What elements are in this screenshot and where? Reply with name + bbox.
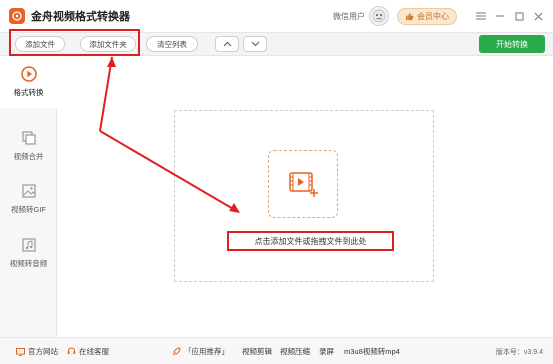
clear-list-button[interactable]: 清空列表	[146, 36, 198, 52]
sidebar-item-video-merge[interactable]: 视频合并	[0, 120, 57, 172]
chevron-up-icon	[223, 41, 231, 47]
thumbs-up-icon	[405, 12, 414, 20]
support-link[interactable]: 在线客服	[67, 338, 109, 364]
website-label: 官方网站	[28, 347, 58, 356]
rocket-icon	[172, 347, 181, 356]
recommend-label: 「应用推荐」	[184, 347, 229, 356]
support-label: 在线客服	[79, 347, 109, 356]
app-recommend[interactable]: 「应用推荐」	[172, 338, 229, 364]
drop-hint[interactable]: 点击添加文件或拖拽文件到此处	[227, 231, 394, 251]
vip-center-label: 会员中心	[417, 11, 449, 21]
version-label: 版本号：v3.9.4	[495, 348, 543, 356]
add-video-icon[interactable]	[268, 150, 338, 218]
chevron-down-icon	[251, 41, 259, 47]
sidebar-item-video-to-gif[interactable]: 视频转GIF	[0, 173, 57, 225]
footer: 官方网站 在线客服 「应用推荐」 视频剪辑 视频压缩 录屏 m3u8视频转mp4…	[0, 337, 553, 364]
headset-icon	[67, 347, 76, 354]
music-note-icon	[21, 238, 36, 252]
footer-link-screen-record[interactable]: 录屏	[319, 338, 334, 364]
title-bar: 金舟视频格式转换器 微信用户 会员中心	[0, 0, 553, 32]
avatar[interactable]	[369, 6, 389, 26]
start-convert-button[interactable]: 开始转换	[479, 35, 545, 53]
sidebar-item-label: 视频转GIF	[11, 205, 46, 214]
gif-image-icon	[21, 184, 36, 198]
app-title: 金舟视频格式转换器	[31, 11, 130, 23]
app-logo-icon	[9, 8, 25, 24]
sidebar: 格式转换 视频合并 视频转GIF 视频转音频	[0, 56, 57, 337]
sidebar-item-video-to-audio[interactable]: 视频转音频	[0, 227, 57, 279]
play-circle-icon	[20, 66, 37, 82]
footer-link-video-compress[interactable]: 视频压缩	[280, 338, 310, 364]
website-link[interactable]: 官方网站	[16, 338, 58, 364]
menu-icon[interactable]	[474, 9, 488, 23]
vip-center-button[interactable]: 会员中心	[397, 7, 457, 25]
maximize-icon[interactable]	[512, 9, 526, 23]
sidebar-item-format-convert[interactable]: 格式转换	[0, 56, 57, 108]
add-folder-button[interactable]: 添加文件夹	[80, 36, 136, 52]
move-down-button[interactable]	[243, 36, 267, 52]
move-up-button[interactable]	[215, 36, 239, 52]
toolbar: 添加文件 添加文件夹 清空列表 开始转换	[0, 32, 553, 56]
sidebar-item-label: 视频转音频	[9, 259, 48, 268]
sidebar-item-label: 视频合并	[13, 152, 44, 161]
sidebar-item-label: 格式转换	[13, 88, 44, 97]
footer-link-video-edit[interactable]: 视频剪辑	[242, 338, 272, 364]
add-file-button[interactable]: 添加文件	[15, 36, 65, 52]
minimize-icon[interactable]	[493, 9, 507, 23]
footer-link-m3u8-to-mp4[interactable]: m3u8视频转mp4	[344, 338, 400, 364]
monitor-icon	[16, 347, 25, 356]
close-icon[interactable]	[531, 9, 545, 23]
merge-icon	[21, 131, 36, 145]
wechat-user-label[interactable]: 微信用户	[333, 11, 365, 22]
